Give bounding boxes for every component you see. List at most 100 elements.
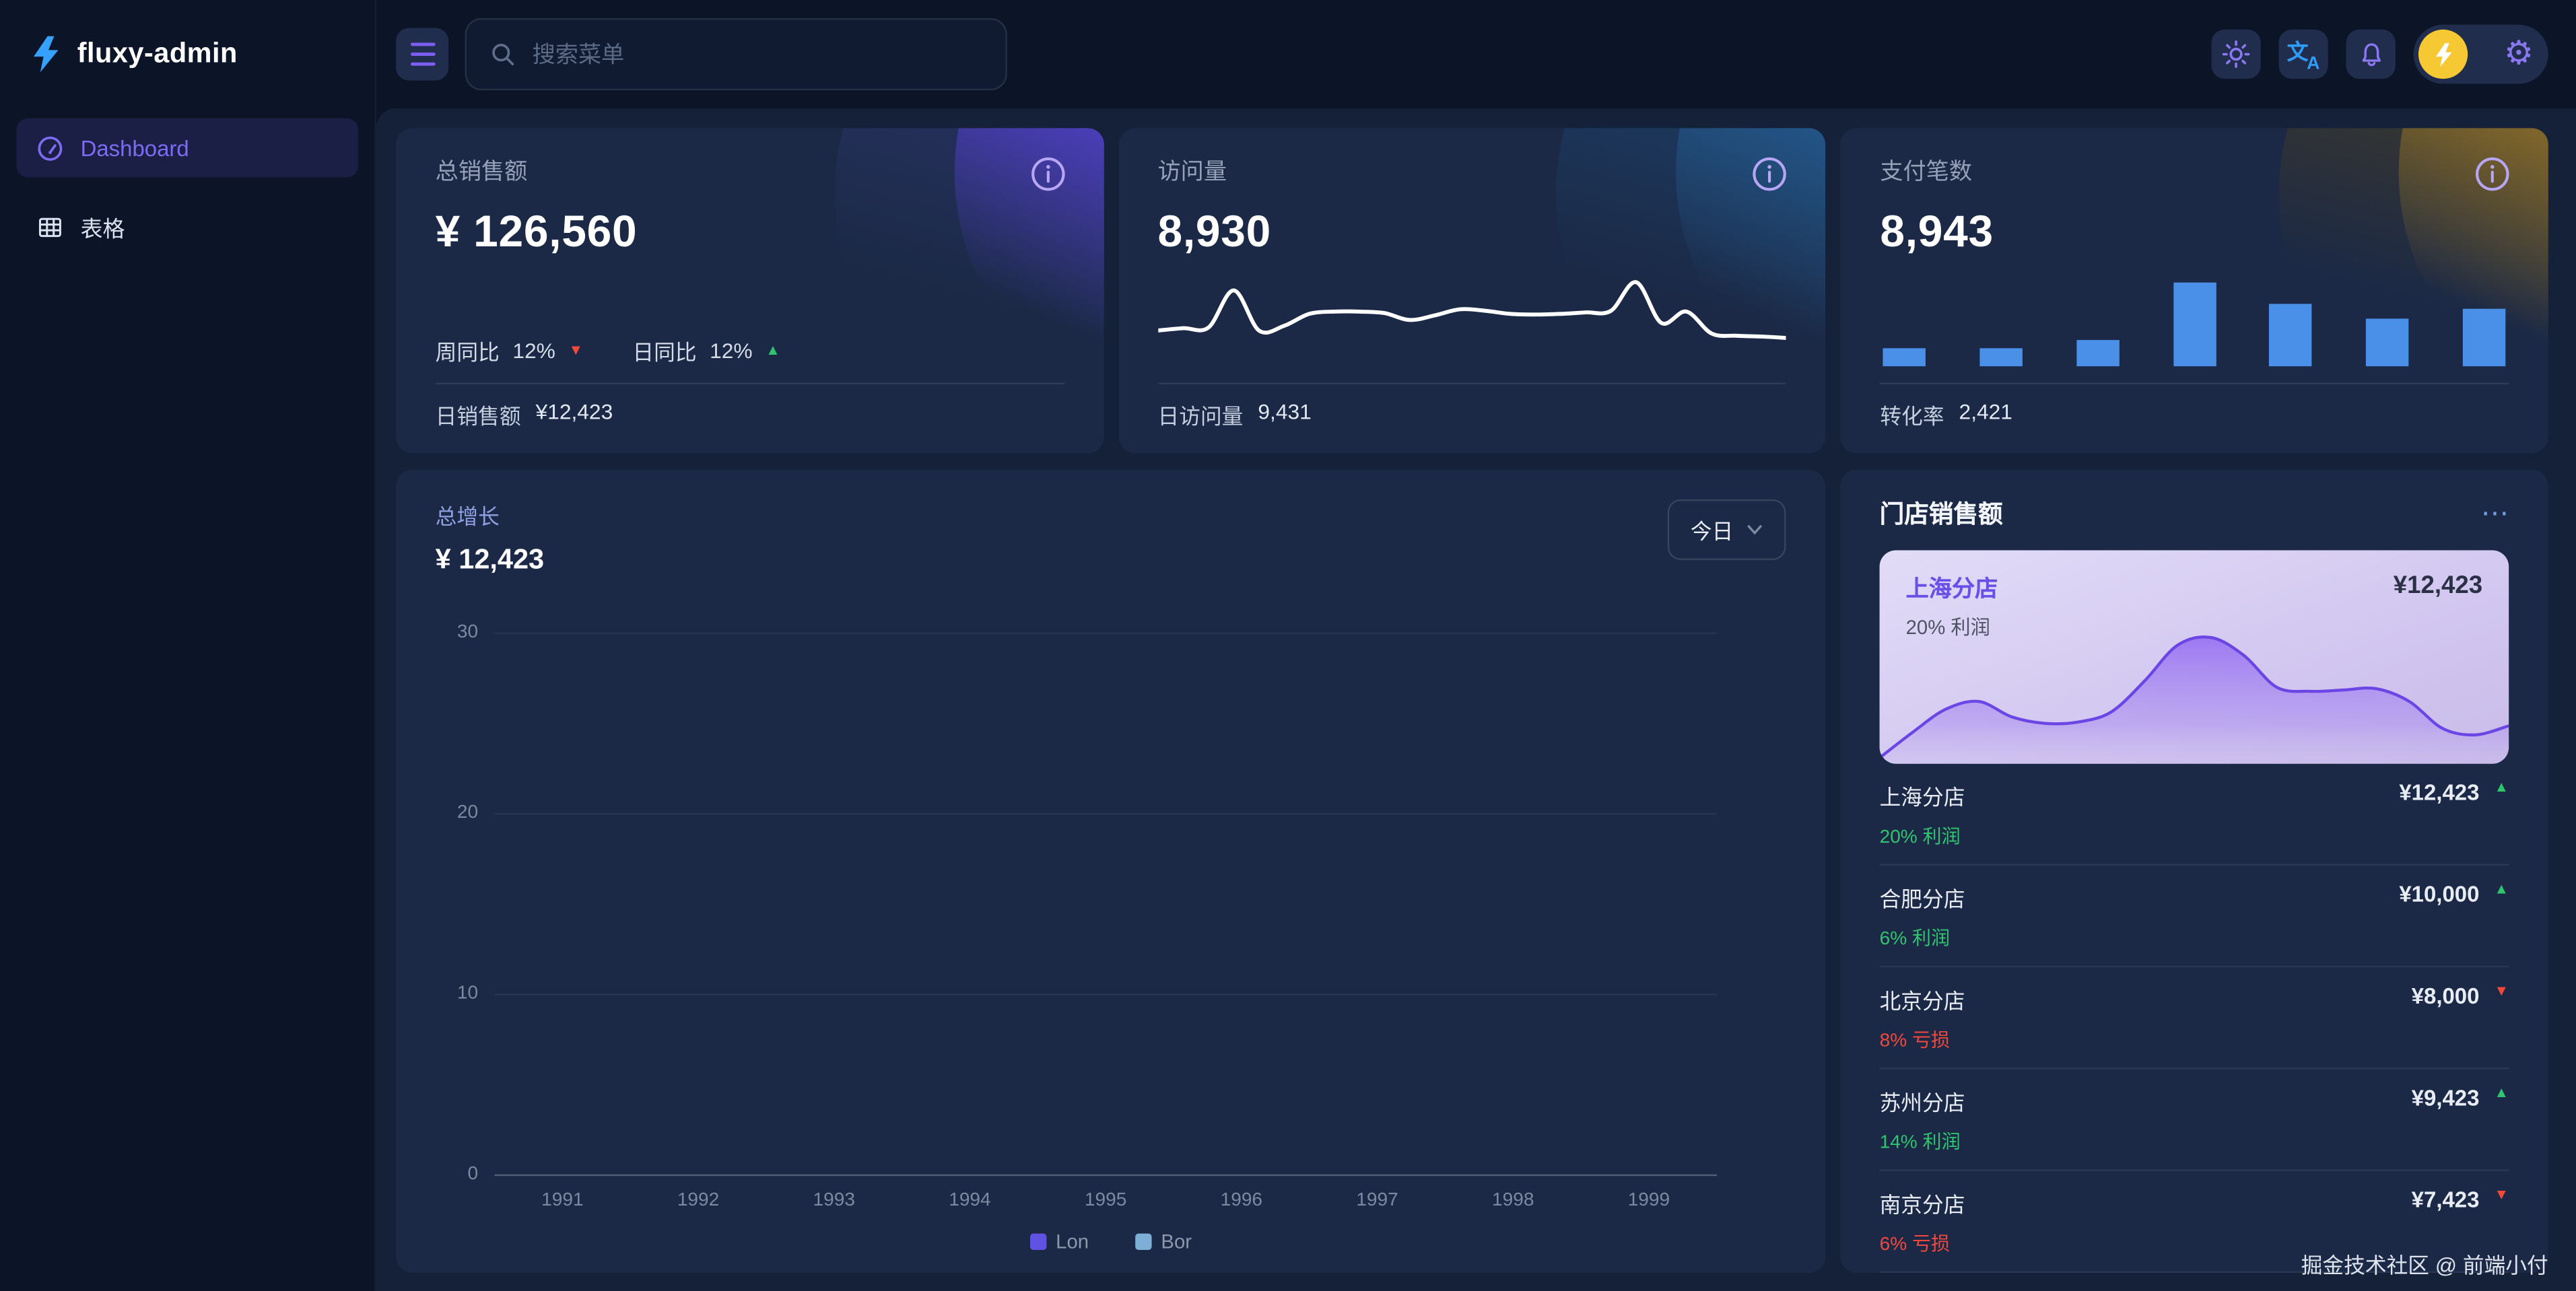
search-input[interactable]	[533, 41, 983, 67]
store-value: ¥7,423	[2412, 1187, 2480, 1212]
gridline-y-0: 0	[495, 1175, 1718, 1176]
store-panel-title: 门店销售额	[1880, 496, 2003, 530]
store-row[interactable]: 上海分店 20% 利润 ¥12,423 ▲	[1880, 764, 2509, 866]
featured-store-name: 上海分店	[1906, 571, 1998, 604]
store-sales-panel: 门店销售额 ⋯	[1840, 470, 2548, 1273]
store-value: ¥8,000	[2412, 984, 2480, 1009]
stat-title: 支付笔数	[1880, 154, 2509, 187]
store-row[interactable]: 北京分店 8% 亏损 ¥8,000 ▼	[1880, 967, 2509, 1069]
growth-value: ¥ 12,423	[436, 544, 545, 577]
visits-sparkline-chart	[1158, 265, 1787, 366]
stat-title: 访问量	[1158, 154, 1787, 187]
metric-label: 周同比	[436, 335, 500, 366]
x-axis-tick-label: 1991	[521, 1191, 603, 1210]
store-profit-note: 14% 利润	[1880, 1128, 1965, 1154]
x-axis-tick-label: 1995	[1064, 1191, 1147, 1210]
notifications-button[interactable]	[2346, 30, 2396, 79]
avatar[interactable]	[2418, 30, 2468, 79]
sidebar-item-label: Dashboard	[81, 135, 189, 160]
translate-icon: 文A	[2287, 38, 2320, 71]
stat-value: 8,930	[1158, 207, 1787, 258]
language-toggle-button[interactable]: 文A	[2279, 30, 2328, 79]
footer-value: 9,431	[1258, 399, 1311, 430]
app-root: fluxy-admin Dashboard	[0, 0, 2576, 1291]
info-icon[interactable]	[1751, 154, 1790, 202]
store-name: 南京分店	[1880, 1187, 1965, 1218]
gauge-icon	[36, 134, 64, 162]
mini-bar-3	[2076, 340, 2119, 367]
store-value: ¥9,423	[2412, 1086, 2480, 1111]
dashboard-content: 总销售额 ¥ 126,560 周同比 12	[376, 108, 2576, 1291]
metric-day: 日同比 12% ▲	[632, 335, 780, 366]
store-rows: 上海分店 20% 利润 ¥12,423 ▲ 合肥分店	[1880, 764, 2509, 1273]
mini-bar-6	[2366, 319, 2408, 366]
trend-arrow-icon: ▼	[2494, 984, 2509, 999]
store-profit-note: 6% 利润	[1880, 925, 1965, 951]
trend-arrow-icon: ▼	[2494, 1187, 2509, 1202]
search-icon	[489, 41, 516, 67]
stat-card-total-sales: 总销售额 ¥ 126,560 周同比 12	[396, 128, 1104, 453]
mini-bar-4	[2173, 282, 2215, 366]
store-name: 苏州分店	[1880, 1086, 1965, 1117]
info-icon[interactable]	[2472, 154, 2512, 202]
footer-label: 日销售额	[436, 399, 521, 430]
stat-cards-row: 总销售额 ¥ 126,560 周同比 12	[396, 128, 2548, 453]
sidebar: fluxy-admin Dashboard	[0, 0, 376, 1291]
y-axis-tick-label: 0	[436, 1164, 478, 1184]
x-axis-tick-label: 1993	[793, 1191, 875, 1210]
table-icon	[36, 213, 64, 240]
growth-plot-area: 0102030	[436, 632, 1786, 1174]
metric-value: 12%	[512, 339, 555, 363]
legend-item-bor[interactable]: Bor	[1134, 1230, 1192, 1253]
stat-title: 总销售额	[436, 154, 1064, 187]
x-axis-tick-label: 1998	[1472, 1191, 1554, 1210]
divider	[1158, 383, 1787, 384]
stat-metrics: 周同比 12% ▼ 日同比 12% ▲	[436, 335, 1064, 366]
footer-value: 2,421	[1959, 399, 2012, 430]
stat-value: ¥ 126,560	[436, 207, 1064, 258]
chevron-down-icon	[1747, 524, 1763, 535]
search-box[interactable]	[465, 18, 1007, 90]
x-axis-tick-label: 1994	[928, 1191, 1011, 1210]
mini-bar-5	[2270, 304, 2312, 366]
more-menu-icon[interactable]: ⋯	[2481, 499, 2509, 527]
footer-credit: 掘金技术社区 @ 前端小付	[2301, 1249, 2548, 1280]
metric-week: 周同比 12% ▼	[436, 335, 584, 366]
legend-label: Bor	[1161, 1230, 1192, 1253]
theme-toggle-button[interactable]	[2212, 30, 2261, 79]
mini-bar-7	[2463, 309, 2505, 367]
store-area-chart	[1880, 629, 2509, 764]
sidebar-item-dashboard[interactable]: Dashboard	[16, 118, 358, 178]
date-range-dropdown[interactable]: 今日	[1668, 499, 1786, 560]
legend-item-lon[interactable]: Lon	[1029, 1230, 1089, 1253]
trend-arrow-icon: ▲	[2494, 882, 2509, 897]
info-icon[interactable]	[1028, 154, 1068, 202]
trend-arrow-icon: ▼	[568, 343, 583, 358]
growth-header: 总增长 ¥ 12,423 今日	[436, 499, 1786, 577]
store-row[interactable]: 苏州分店 14% 利润 ¥9,423 ▲	[1880, 1070, 2509, 1171]
gridline-y-20: 20	[495, 813, 1718, 814]
mini-bar-2	[1980, 349, 2023, 366]
menu-toggle-button[interactable]	[396, 28, 448, 80]
store-profit-note: 8% 亏损	[1880, 1026, 1965, 1053]
payments-mini-bar-chart	[1880, 271, 2509, 367]
settings-gear-icon[interactable]: ⚙	[2504, 38, 2534, 71]
footer-value: ¥12,423	[536, 399, 613, 430]
growth-title: 总增长	[436, 499, 545, 530]
sidebar-item-table[interactable]: 表格	[16, 197, 358, 256]
mini-bar-1	[1883, 349, 1926, 366]
featured-store-card[interactable]: 上海分店 ¥12,423 20% 利润	[1880, 550, 2509, 763]
brand-name: fluxy-admin	[77, 38, 238, 71]
growth-bars	[495, 632, 1718, 1174]
stat-footer: 转化率 2,421	[1880, 399, 2509, 430]
stat-footer: 日访问量 9,431	[1158, 399, 1787, 430]
y-axis-tick-label: 30	[436, 623, 478, 642]
date-range-label: 今日	[1691, 514, 1733, 545]
legend-swatch	[1029, 1234, 1046, 1250]
bottom-row: 总增长 ¥ 12,423 今日 0	[396, 470, 2548, 1273]
x-axis-tick-label: 1996	[1200, 1191, 1283, 1210]
x-axis-tick-label: 1999	[1608, 1191, 1690, 1210]
brand-logo: fluxy-admin	[0, 0, 374, 108]
store-row[interactable]: 合肥分店 6% 利润 ¥10,000 ▲	[1880, 866, 2509, 967]
user-menu[interactable]: ⚙	[2414, 25, 2548, 84]
